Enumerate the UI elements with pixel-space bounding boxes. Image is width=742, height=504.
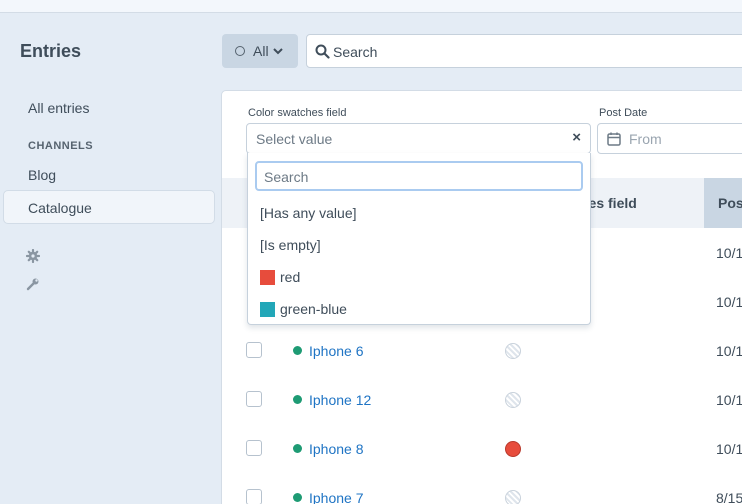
row-checkbox[interactable]: [246, 440, 262, 456]
chevron-down-icon: [272, 48, 283, 55]
calendar-icon: [607, 132, 621, 146]
option-label: green-blue: [280, 301, 347, 317]
row-checkbox[interactable]: [246, 391, 262, 407]
color-select-placeholder: Select value: [256, 131, 333, 147]
option-is-empty[interactable]: [Is empty]: [248, 229, 590, 261]
color-swatches-dropdown: [Has any value] [Is empty] red green-blu…: [247, 153, 591, 325]
color-field-label: Color swatches field: [248, 107, 347, 119]
option-label: red: [280, 269, 301, 285]
top-bar: [0, 0, 742, 13]
clear-icon[interactable]: ×: [572, 129, 581, 146]
status-filter-label: All: [253, 43, 269, 59]
circle-icon: [235, 46, 245, 56]
row-checkbox[interactable]: [246, 489, 262, 504]
row-3-date: 10/1: [716, 343, 742, 359]
status-dot: [293, 444, 302, 453]
post-date-from-field[interactable]: From: [597, 123, 742, 154]
status-filter-button[interactable]: All: [222, 34, 298, 68]
entry-title-link[interactable]: Iphone 7: [309, 490, 364, 504]
post-date-placeholder: From: [629, 131, 662, 147]
entry-title-link[interactable]: Iphone 8: [309, 441, 364, 457]
status-dot: [293, 493, 302, 502]
entry-title-link[interactable]: Iphone 12: [309, 392, 371, 408]
row-6-date: 8/15: [716, 490, 742, 504]
row-2-date: 10/1: [716, 294, 742, 310]
status-dot: [293, 346, 302, 355]
sidebar-item-all-entries[interactable]: All entries: [28, 100, 89, 116]
row-4-date: 10/1: [716, 392, 742, 408]
red-swatch-icon: [260, 269, 275, 285]
wrench-icon[interactable]: [26, 277, 40, 291]
sidebar-item-blog[interactable]: Blog: [28, 167, 56, 183]
color-swatches-select[interactable]: Select value ×: [246, 123, 591, 154]
gear-icon[interactable]: [26, 249, 40, 263]
option-has-any-value[interactable]: [Has any value]: [248, 197, 590, 229]
empty-swatch-icon: [505, 343, 521, 359]
option-label: [Is empty]: [260, 237, 321, 253]
empty-swatch-icon: [505, 490, 521, 504]
red-swatch-icon: [505, 441, 521, 457]
option-label: [Has any value]: [260, 205, 357, 221]
dropdown-search-field[interactable]: [255, 161, 583, 191]
sidebar-item-catalogue[interactable]: Catalogue: [3, 190, 215, 224]
search-input[interactable]: [333, 42, 733, 62]
status-dot: [293, 395, 302, 404]
option-red[interactable]: red: [248, 261, 590, 293]
post-date-label: Post Date: [599, 107, 648, 119]
sidebar-heading-channels: CHANNELS: [28, 140, 94, 152]
row-1-date: 10/1: [716, 245, 742, 261]
row-5-date: 10/1: [716, 441, 742, 457]
entry-title-link[interactable]: Iphone 6: [309, 343, 364, 359]
column-header-post-date-label[interactable]: Pos: [718, 195, 742, 211]
empty-swatch-icon: [505, 392, 521, 408]
green-blue-swatch-icon: [260, 301, 275, 317]
search-icon: [315, 44, 330, 59]
page-title: Entries: [20, 41, 82, 61]
search-field[interactable]: [306, 34, 742, 68]
dropdown-search-input[interactable]: [264, 168, 564, 186]
sidebar-item-label: Catalogue: [28, 200, 92, 216]
row-checkbox[interactable]: [246, 342, 262, 358]
option-green-blue[interactable]: green-blue: [248, 293, 590, 325]
